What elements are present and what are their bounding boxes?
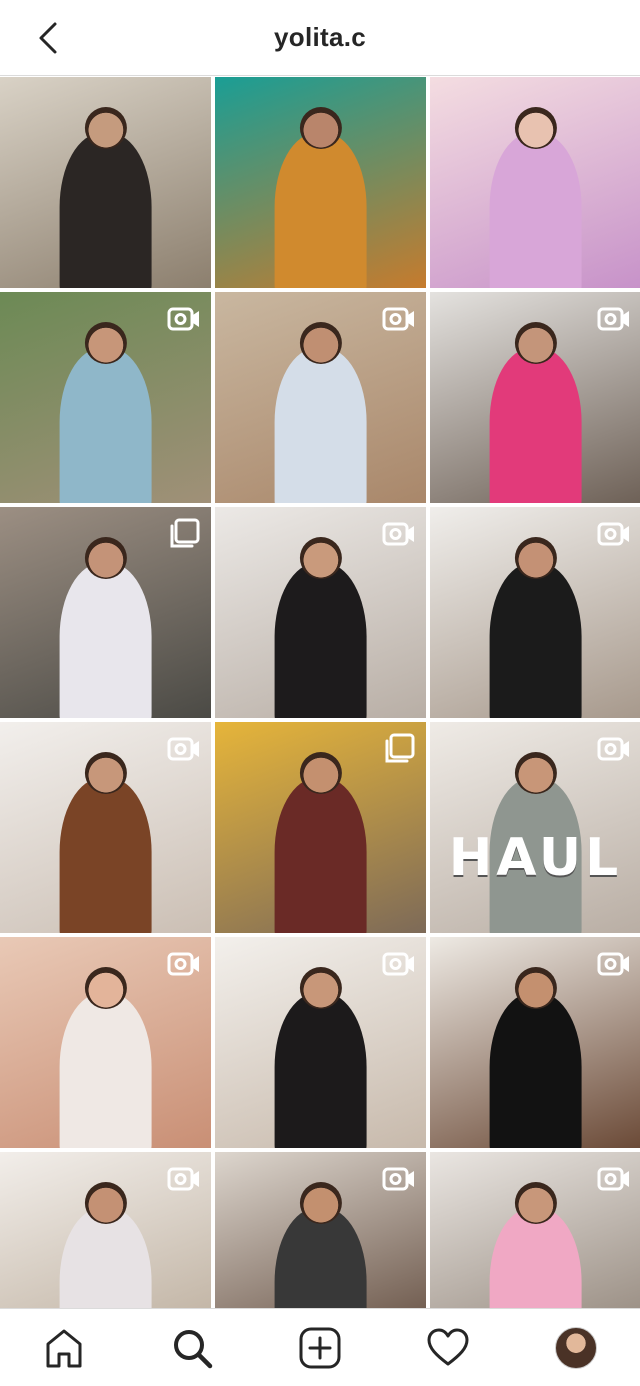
profile-username-title: yolita.c (274, 22, 366, 52)
person-silhouette (489, 348, 582, 503)
grid-post-tile[interactable] (0, 937, 211, 1148)
igtv-video-icon (597, 1167, 629, 1191)
top-header: yolita.c (0, 0, 640, 76)
grid-post-tile[interactable] (430, 292, 640, 503)
chevron-left-icon (39, 22, 57, 54)
grid-post-tile[interactable] (215, 507, 426, 718)
grid-post-tile[interactable] (0, 1152, 211, 1308)
igtv-video-icon (382, 522, 414, 546)
person-silhouette (59, 563, 152, 718)
grid-post-tile[interactable] (0, 507, 211, 718)
bottom-tab-bar (0, 1308, 640, 1386)
igtv-video-icon (167, 737, 199, 761)
carousel-album-icon (385, 733, 415, 763)
tab-profile[interactable] (544, 1316, 608, 1380)
person-silhouette (59, 993, 152, 1148)
tab-search[interactable] (160, 1316, 224, 1380)
home-icon (46, 1329, 82, 1367)
person-silhouette (274, 133, 367, 288)
tab-new-post[interactable] (288, 1316, 352, 1380)
grid-post-tile[interactable] (430, 1152, 640, 1308)
grid-post-tile[interactable]: HAUL (430, 722, 640, 933)
grid-post-tile[interactable] (215, 937, 426, 1148)
person-silhouette (489, 563, 582, 718)
igtv-video-icon (597, 952, 629, 976)
carousel-album-icon (170, 518, 200, 548)
explore-grid: HAUL (0, 77, 640, 1308)
igtv-video-icon (382, 952, 414, 976)
person-silhouette (274, 993, 367, 1148)
grid-post-tile[interactable] (215, 1152, 426, 1308)
grid-post-tile[interactable] (215, 77, 426, 288)
igtv-video-icon (382, 1167, 414, 1191)
tab-home[interactable] (32, 1316, 96, 1380)
igtv-video-icon (597, 737, 629, 761)
grid-post-tile[interactable] (215, 292, 426, 503)
igtv-video-icon (167, 1167, 199, 1191)
grid-post-tile[interactable] (215, 722, 426, 933)
heart-icon (427, 1328, 469, 1365)
add-post-icon (299, 1327, 341, 1368)
person-silhouette (274, 778, 367, 933)
search-icon (174, 1329, 213, 1368)
grid-post-tile[interactable] (0, 292, 211, 503)
grid-post-tile[interactable] (0, 722, 211, 933)
grid-post-tile[interactable] (430, 77, 640, 288)
person-silhouette (59, 778, 152, 933)
grid-post-tile[interactable] (430, 937, 640, 1148)
igtv-video-icon (382, 307, 414, 331)
person-silhouette (274, 348, 367, 503)
person-silhouette (59, 348, 152, 503)
post-overlay-text: HAUL (448, 827, 623, 888)
grid-post-tile[interactable] (430, 507, 640, 718)
igtv-video-icon (167, 952, 199, 976)
avatar (555, 1326, 597, 1369)
grid-post-tile[interactable] (0, 77, 211, 288)
igtv-video-icon (167, 307, 199, 331)
igtv-video-icon (597, 522, 629, 546)
back-button[interactable] (30, 18, 66, 58)
person-silhouette (59, 133, 152, 288)
tab-activity[interactable] (416, 1316, 480, 1380)
person-silhouette (489, 133, 582, 288)
igtv-video-icon (597, 307, 629, 331)
person-silhouette (489, 993, 582, 1148)
person-silhouette (274, 563, 367, 718)
